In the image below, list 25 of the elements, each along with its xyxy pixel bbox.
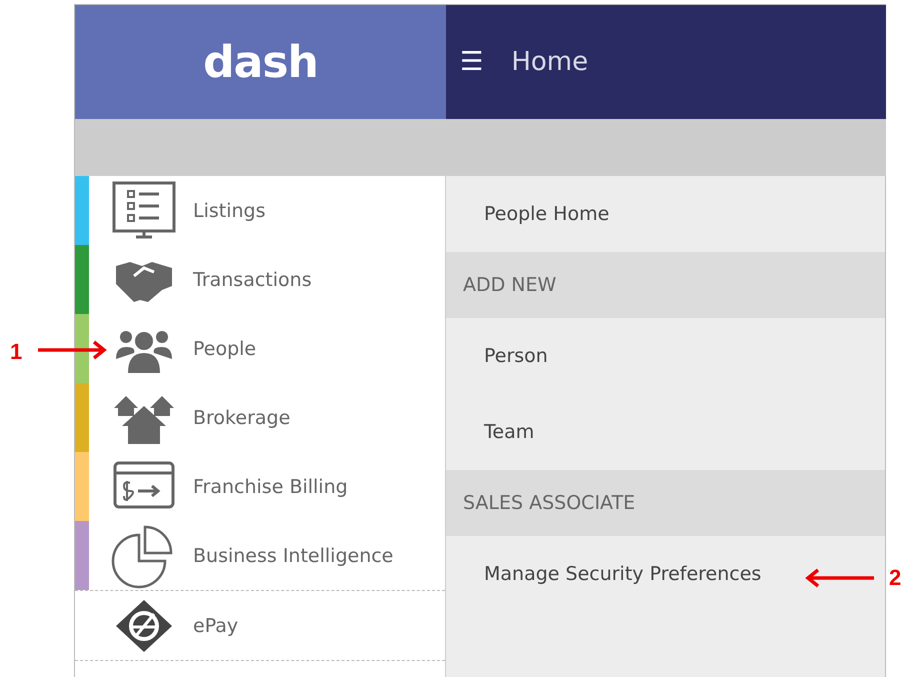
sidebar-item[interactable]: Business Intelligence [75, 521, 445, 590]
page-title: Home [511, 47, 588, 77]
section-header: SALES ASSOCIATE [446, 470, 885, 536]
sidebar-item[interactable]: People [75, 314, 445, 383]
sidebar-item[interactable]: Franchise Billing [75, 452, 445, 521]
submenu-link[interactable]: Manage Security Preferences [446, 536, 885, 612]
sidebar-item[interactable]: Listings [75, 176, 445, 245]
sidebar-label: People [193, 338, 256, 360]
logo[interactable]: dash [203, 36, 318, 88]
submenu-link[interactable]: Person [446, 318, 885, 394]
section-header: ADD NEW [446, 252, 885, 318]
sidebar-label: Business Intelligence [193, 544, 394, 566]
sidebar-label: Listings [193, 200, 266, 222]
sidebar-item[interactable]: Brokerage [75, 383, 445, 452]
submenu-link[interactable]: Team [446, 394, 885, 470]
sidebar-label: Brokerage [193, 406, 290, 428]
monitor-list-icon [112, 180, 176, 240]
sidebar-label: Transactions [193, 268, 312, 290]
sidebar-item[interactable]: Transactions [75, 245, 445, 314]
submenu-link[interactable]: People Home [446, 176, 885, 252]
sidebar-label: ePay [193, 614, 238, 636]
menu-button[interactable]: ☰ [460, 47, 484, 77]
annotation-number: 2 [889, 565, 902, 591]
annotation-number: 1 [10, 339, 22, 365]
sidebar-label: Franchise Billing [193, 476, 348, 498]
